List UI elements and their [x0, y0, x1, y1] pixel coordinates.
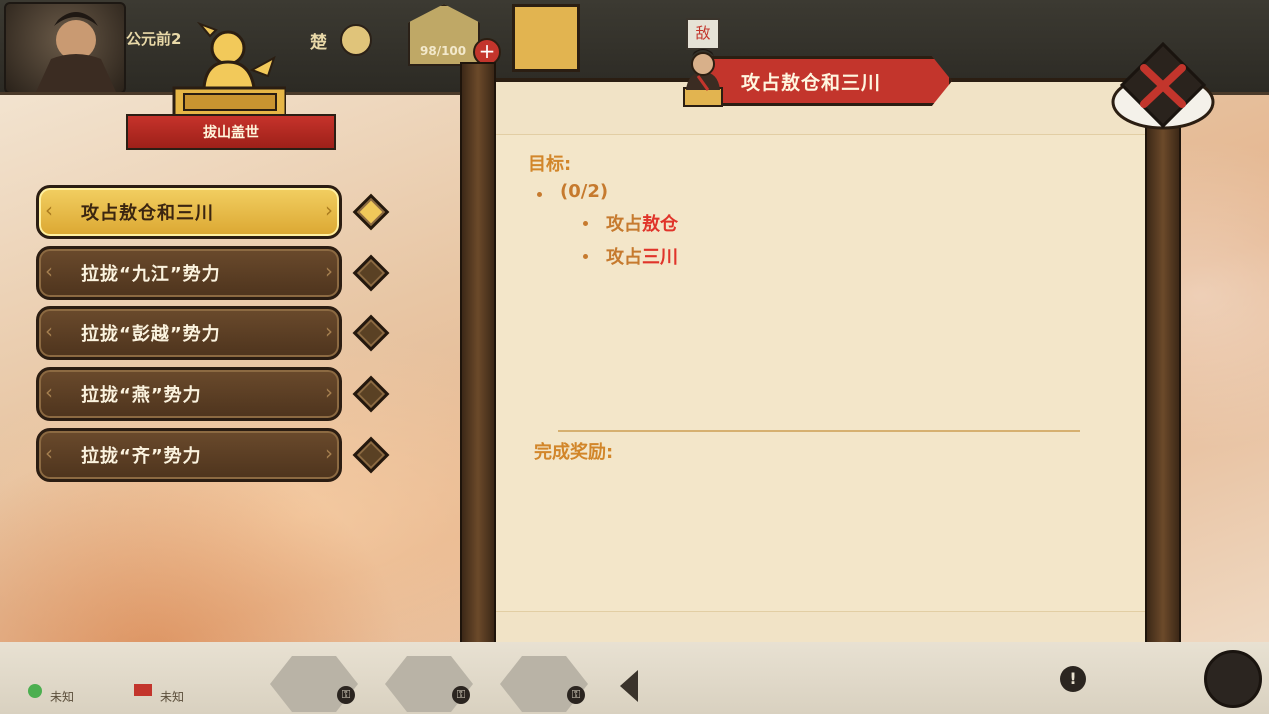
objective-item: 攻占三川	[606, 243, 678, 269]
quest-item-jiujiang[interactable]: ‹ 拉拢“九江”势力 ›	[36, 246, 342, 300]
chevron-right-icon: ›	[325, 198, 333, 222]
objective-heading: 目标:	[528, 154, 572, 175]
chevron-left-icon: ‹	[45, 441, 53, 465]
objective-target: 三川	[642, 247, 678, 268]
unknown-label-b: 未知	[160, 690, 185, 704]
close-icon	[1111, 41, 1215, 130]
quest-item-label: 拉拢“齐”势力	[81, 446, 202, 467]
quest-item-pengyue[interactable]: ‹ 拉拢“彭越”势力 ›	[36, 306, 342, 360]
bullet-icon	[583, 221, 588, 226]
quest-item-capture-aocang[interactable]: ‹ 攻占敖仓和三川 ›	[36, 185, 342, 239]
quest-item-label: 攻占敖仓和三川	[81, 203, 214, 224]
arrow-left-icon[interactable]	[620, 670, 638, 702]
objective-verb: 攻占	[606, 247, 642, 268]
bullet-icon	[537, 192, 542, 197]
chevron-right-icon: ›	[325, 319, 333, 343]
scroll-rod-right	[1145, 84, 1181, 678]
quest-item-yan[interactable]: ‹ 拉拢“燕”势力 ›	[36, 367, 342, 421]
quest-item-qi[interactable]: ‹ 拉拢“齐”势力 ›	[36, 428, 342, 482]
end-turn-button[interactable]	[1204, 650, 1262, 708]
scroll-rod-left	[460, 62, 496, 678]
ruler-portrait-art	[36, 12, 116, 92]
weapon-icon	[134, 684, 152, 696]
chevron-right-icon: ›	[325, 380, 333, 404]
objective-verb: 攻占	[606, 214, 642, 235]
chevron-left-icon: ‹	[45, 259, 53, 283]
quest-detail-panel	[494, 78, 1146, 670]
emblem-banner: 拔山盖世	[126, 114, 336, 150]
quest-item-label: 拉拢“燕”势力	[81, 385, 202, 406]
chevron-left-icon: ‹	[45, 198, 53, 222]
faction-label: 楚	[310, 33, 327, 53]
bullet-icon	[583, 254, 588, 259]
chevron-left-icon: ‹	[45, 380, 53, 404]
chevron-right-icon: ›	[325, 259, 333, 283]
lock-icon: ⚿	[452, 686, 470, 704]
reward-divider	[558, 430, 1080, 432]
objective-progress: (0/2)	[560, 181, 609, 202]
unknown-label-a: 未知	[50, 690, 75, 704]
lock-icon: ⚿	[337, 686, 355, 704]
troop-counter: 98/100	[420, 44, 467, 58]
quest-detail-title: 攻占敖仓和三川	[741, 71, 882, 94]
chevron-left-icon: ‹	[45, 319, 53, 343]
objective-target: 敖仓	[642, 214, 678, 235]
close-button[interactable]	[1110, 41, 1216, 138]
objective-item: 攻占敖仓	[606, 210, 678, 236]
reward-heading: 完成奖励:	[534, 442, 614, 463]
quest-title-ribbon: 攻占敖仓和三川	[700, 56, 952, 106]
emblem-title: 拔山盖世	[203, 125, 259, 141]
quest-detail-body	[494, 134, 1146, 612]
general-avatar-icon	[676, 44, 730, 108]
chevron-right-icon: ›	[325, 441, 333, 465]
sun-icon[interactable]	[340, 24, 372, 56]
lock-icon: ⚿	[567, 686, 585, 704]
quest-item-label: 拉拢“彭越”势力	[81, 324, 221, 345]
ruler-portrait[interactable]	[4, 2, 126, 94]
quest-item-label: 拉拢“九江”势力	[81, 264, 221, 285]
alert-icon[interactable]: !	[1060, 666, 1086, 692]
warrior-emblem-icon	[170, 21, 288, 118]
banner-icon[interactable]	[512, 4, 580, 72]
person-icon	[28, 684, 42, 698]
